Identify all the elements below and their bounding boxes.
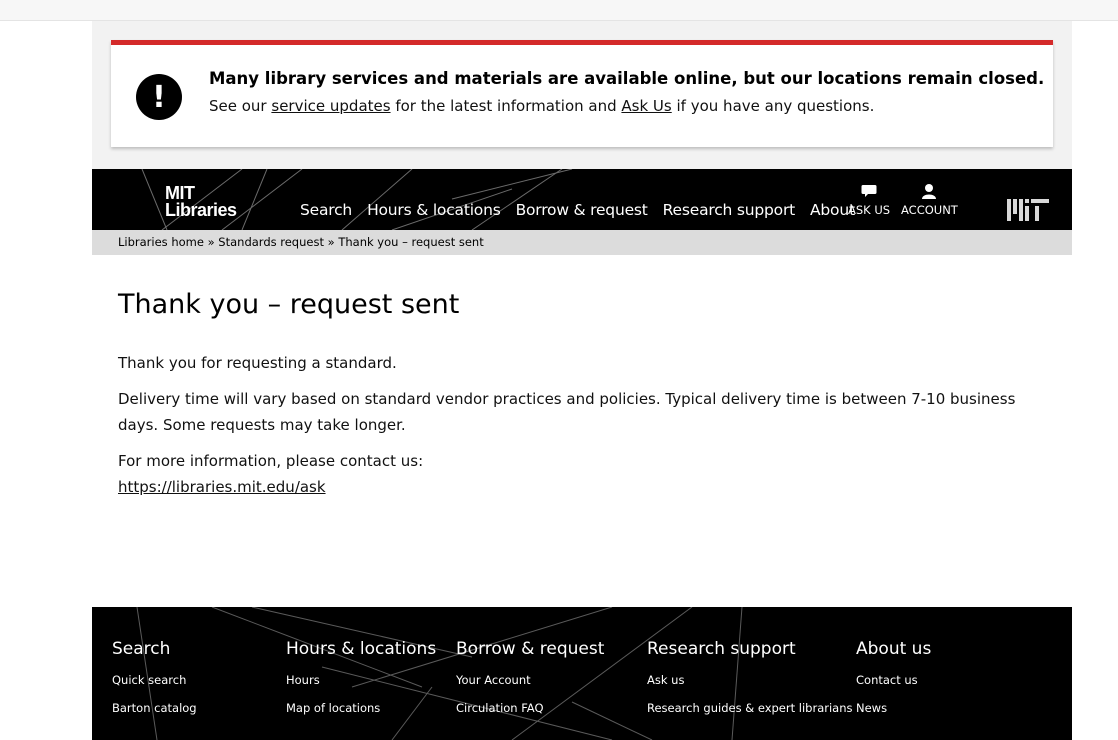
footer-heading: Research support xyxy=(647,639,796,659)
breadcrumb: Libraries home » Standards request » Tha… xyxy=(92,230,1072,255)
footer-column-research: Research support Ask us Research guides … xyxy=(647,639,853,729)
main-navigation: MIT Libraries Search Hours & locations B… xyxy=(92,169,1072,230)
alert-text-prefix: See our xyxy=(209,97,267,115)
alert-title: Many library services and materials are … xyxy=(209,69,1045,88)
alert-text-suffix: if you have any questions. xyxy=(676,97,875,115)
ask-us-label: ASK US xyxy=(848,203,891,217)
account-button[interactable]: ACCOUNT xyxy=(901,183,958,217)
alert-banner-area: ! Many library services and materials ar… xyxy=(92,21,1072,169)
footer-link[interactable]: Research guides & expert librarians xyxy=(647,701,853,729)
contact-text: For more information, please contact us: xyxy=(118,452,424,470)
account-label: ACCOUNT xyxy=(901,203,958,217)
footer-link[interactable]: Circulation FAQ xyxy=(456,701,604,729)
footer-column-hours: Hours & locations Hours Map of locations xyxy=(286,639,436,729)
footer-heading: Hours & locations xyxy=(286,639,437,659)
footer-link[interactable]: News xyxy=(856,701,931,729)
footer-heading: Borrow & request xyxy=(456,639,605,659)
nav-menu: Search Hours & locations Borrow & reques… xyxy=(300,201,870,219)
nav-item-borrow-request[interactable]: Borrow & request xyxy=(516,201,648,219)
chat-bubble-icon xyxy=(861,185,877,197)
footer-heading: About us xyxy=(856,639,932,659)
page: ! Many library services and materials ar… xyxy=(92,21,1072,740)
mit-logo-icon[interactable] xyxy=(1007,199,1049,221)
footer-link[interactable]: Barton catalog xyxy=(112,701,197,729)
breadcrumb-home-link[interactable]: Libraries home xyxy=(118,235,204,249)
nav-item-research-support[interactable]: Research support xyxy=(663,201,796,219)
ask-us-link[interactable]: Ask Us xyxy=(621,97,671,115)
footer-link[interactable]: Contact us xyxy=(856,673,931,701)
ask-page-link[interactable]: https://libraries.mit.edu/ask xyxy=(118,474,326,500)
nav-item-hours-locations[interactable]: Hours & locations xyxy=(367,201,501,219)
footer-link[interactable]: Map of locations xyxy=(286,701,436,729)
nav-item-search[interactable]: Search xyxy=(300,201,352,219)
user-icon xyxy=(922,184,937,199)
alert-message: See our service updates for the latest i… xyxy=(209,97,874,115)
thank-you-text: Thank you for requesting a standard. xyxy=(118,354,397,372)
main-content: Thank you – request sent Thank you for r… xyxy=(118,289,1058,496)
footer-link[interactable]: Ask us xyxy=(647,673,853,701)
footer-link[interactable]: Hours xyxy=(286,673,436,701)
exclamation-icon: ! xyxy=(136,74,182,120)
page-title: Thank you – request sent xyxy=(118,289,460,320)
alert-text-middle: for the latest information and xyxy=(395,97,617,115)
footer-column-search: Search Quick search Barton catalog xyxy=(112,639,197,729)
breadcrumb-separator: » xyxy=(207,235,215,249)
delivery-time-text: Delivery time will vary based on standar… xyxy=(118,390,1016,434)
breadcrumb-parent-link[interactable]: Standards request xyxy=(218,235,324,249)
breadcrumb-current: Thank you – request sent xyxy=(338,235,484,249)
footer-column-about: About us Contact us News xyxy=(856,639,931,729)
footer-link[interactable]: Quick search xyxy=(112,673,197,701)
footer: Search Quick search Barton catalog Hours… xyxy=(92,607,1072,740)
mit-libraries-logo[interactable]: MIT Libraries xyxy=(165,184,237,220)
breadcrumb-separator: » xyxy=(327,235,335,249)
alert-box: ! Many library services and materials ar… xyxy=(111,40,1053,147)
service-updates-link[interactable]: service updates xyxy=(271,97,390,115)
logo-line-2: Libraries xyxy=(165,200,237,220)
ask-us-button[interactable]: ASK US xyxy=(848,183,890,217)
browser-top-strip xyxy=(0,0,1118,21)
footer-column-borrow: Borrow & request Your Account Circulatio… xyxy=(456,639,604,729)
footer-heading: Search xyxy=(112,639,171,659)
footer-link[interactable]: Your Account xyxy=(456,673,604,701)
